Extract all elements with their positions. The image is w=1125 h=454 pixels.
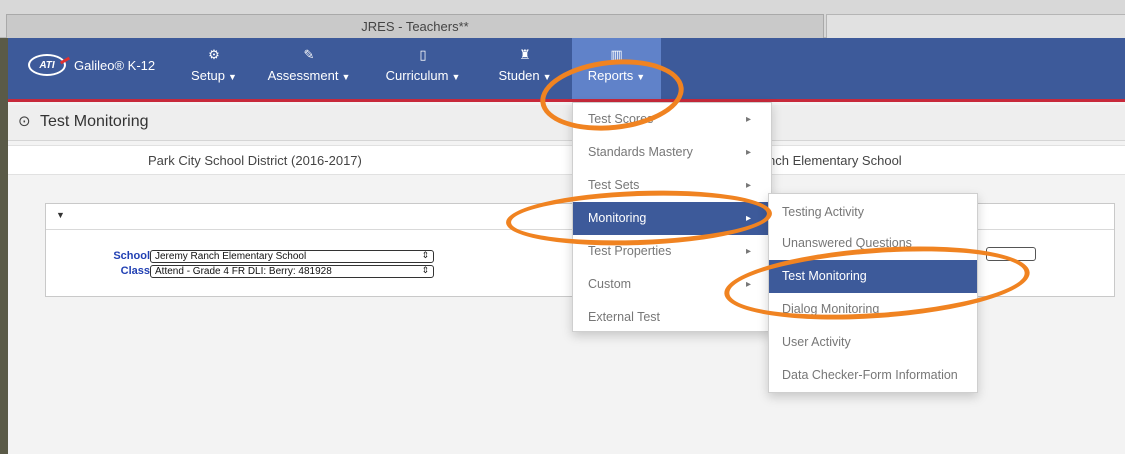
- school-label: School: [113, 250, 150, 262]
- browser-tab-empty-area: [826, 14, 1125, 38]
- submenu-item-user-activity[interactable]: User Activity: [769, 326, 977, 359]
- nav-reports[interactable]: ▥ Reports ▼: [572, 38, 661, 99]
- brand[interactable]: ATI Galileo® K-12: [28, 50, 155, 80]
- class-filter-row: Class Attend - Grade 4 FR DLI: Berry: 48…: [46, 264, 434, 278]
- edit-icon: ✎: [303, 47, 315, 62]
- district-name[interactable]: Park City School District (2016-2017): [148, 153, 362, 168]
- browser-tab[interactable]: JRES - Teachers**: [6, 14, 824, 38]
- nav-curriculum-label: Curriculum: [385, 68, 449, 83]
- school-select[interactable]: Jeremy Ranch Elementary School: [150, 249, 434, 263]
- menu-item-label: Test Sets: [588, 178, 640, 192]
- menu-item-label: Test Scores: [588, 112, 654, 126]
- menu-item-test-properties[interactable]: Test Properties ▸: [573, 235, 771, 268]
- menu-item-label: Monitoring: [588, 211, 647, 225]
- chevron-right-icon: ▸: [745, 180, 751, 191]
- ati-logo-icon: ATI: [28, 54, 66, 76]
- nav-students[interactable]: ♜ Studen ▼: [486, 38, 564, 99]
- browser-tab-strip: JRES - Teachers**: [0, 0, 1125, 38]
- student-icon: ♜: [519, 47, 531, 62]
- caret-down-icon: ▼: [341, 72, 351, 82]
- menu-item-external-test[interactable]: External Test: [573, 301, 771, 334]
- chevron-right-icon: ▸: [745, 246, 751, 257]
- page-title-bar: ⊙ Test Monitoring: [8, 105, 1125, 141]
- school-name[interactable]: nch Elementary School: [768, 153, 902, 168]
- caret-down-icon: ▼: [451, 72, 461, 82]
- menu-item-monitoring[interactable]: Monitoring ▸: [573, 202, 771, 235]
- caret-down-icon: ▼: [636, 72, 646, 82]
- menu-item-test-sets[interactable]: Test Sets ▸: [573, 169, 771, 202]
- submenu-item-dialog-monitoring[interactable]: Dialog Monitoring: [769, 293, 977, 326]
- menu-item-standards-mastery[interactable]: Standards Mastery ▸: [573, 136, 771, 169]
- collapse-triangle-icon[interactable]: ▼: [56, 210, 65, 220]
- chevron-right-icon: ▸: [745, 114, 751, 125]
- gear-icon: ⚙: [208, 47, 220, 62]
- book-icon: ▯: [419, 47, 427, 62]
- page-title: Test Monitoring: [40, 113, 149, 130]
- chevron-right-icon: ▸: [745, 279, 751, 290]
- app-name: Galileo® K-12: [74, 57, 156, 73]
- menu-item-label: Standards Mastery: [588, 145, 693, 159]
- school-filter-row: School Jeremy Ranch Elementary School: [46, 249, 434, 263]
- caret-down-icon: ▼: [542, 72, 552, 82]
- caret-down-icon: ▼: [228, 72, 237, 82]
- chevron-right-icon: ▸: [745, 147, 751, 158]
- class-select[interactable]: Attend - Grade 4 FR DLI: Berry: 481928: [150, 264, 434, 278]
- window-left-edge: [0, 38, 8, 454]
- submenu-item-data-checker[interactable]: Data Checker-Form Information: [769, 359, 977, 392]
- submenu-item-test-monitoring[interactable]: Test Monitoring: [769, 260, 977, 293]
- submenu-item-unanswered-questions[interactable]: Unanswered Questions: [769, 227, 977, 260]
- district-row: Park City School District (2016-2017) nc…: [8, 145, 1125, 175]
- bar-chart-icon: ▥: [610, 47, 623, 62]
- map-pin-icon: ⊙: [18, 113, 31, 130]
- top-navbar: ATI Galileo® K-12 ⚙ Setup ▼ ✎ Assessment ▼…: [8, 38, 1125, 102]
- menu-item-custom[interactable]: Custom ▸: [573, 268, 771, 301]
- monitoring-submenu: Testing Activity Unanswered Questions Te…: [768, 193, 978, 393]
- nav-curriculum[interactable]: ▯ Curriculum ▼: [375, 38, 471, 99]
- menu-item-label: External Test: [588, 310, 661, 324]
- submenu-item-testing-activity[interactable]: Testing Activity: [769, 196, 977, 229]
- nav-setup-label: Setup: [191, 68, 226, 83]
- menu-item-label: Custom: [588, 277, 632, 291]
- nav-reports-label: Reports: [587, 68, 634, 83]
- class-label: Class: [120, 265, 150, 277]
- menu-item-label: Test Properties: [588, 244, 672, 258]
- reports-dropdown-menu: Test Scores ▸ Standards Mastery ▸ Test S…: [572, 102, 772, 332]
- nav-assessment-label: Assessment: [267, 68, 339, 83]
- nav-setup[interactable]: ⚙ Setup ▼: [183, 38, 245, 99]
- menu-item-test-scores[interactable]: Test Scores ▸: [573, 103, 771, 136]
- background-select[interactable]: [986, 247, 1036, 261]
- nav-assessment[interactable]: ✎ Assessment ▼: [259, 38, 359, 99]
- nav-students-label: Studen: [498, 68, 540, 83]
- chevron-right-icon: ▸: [745, 213, 751, 224]
